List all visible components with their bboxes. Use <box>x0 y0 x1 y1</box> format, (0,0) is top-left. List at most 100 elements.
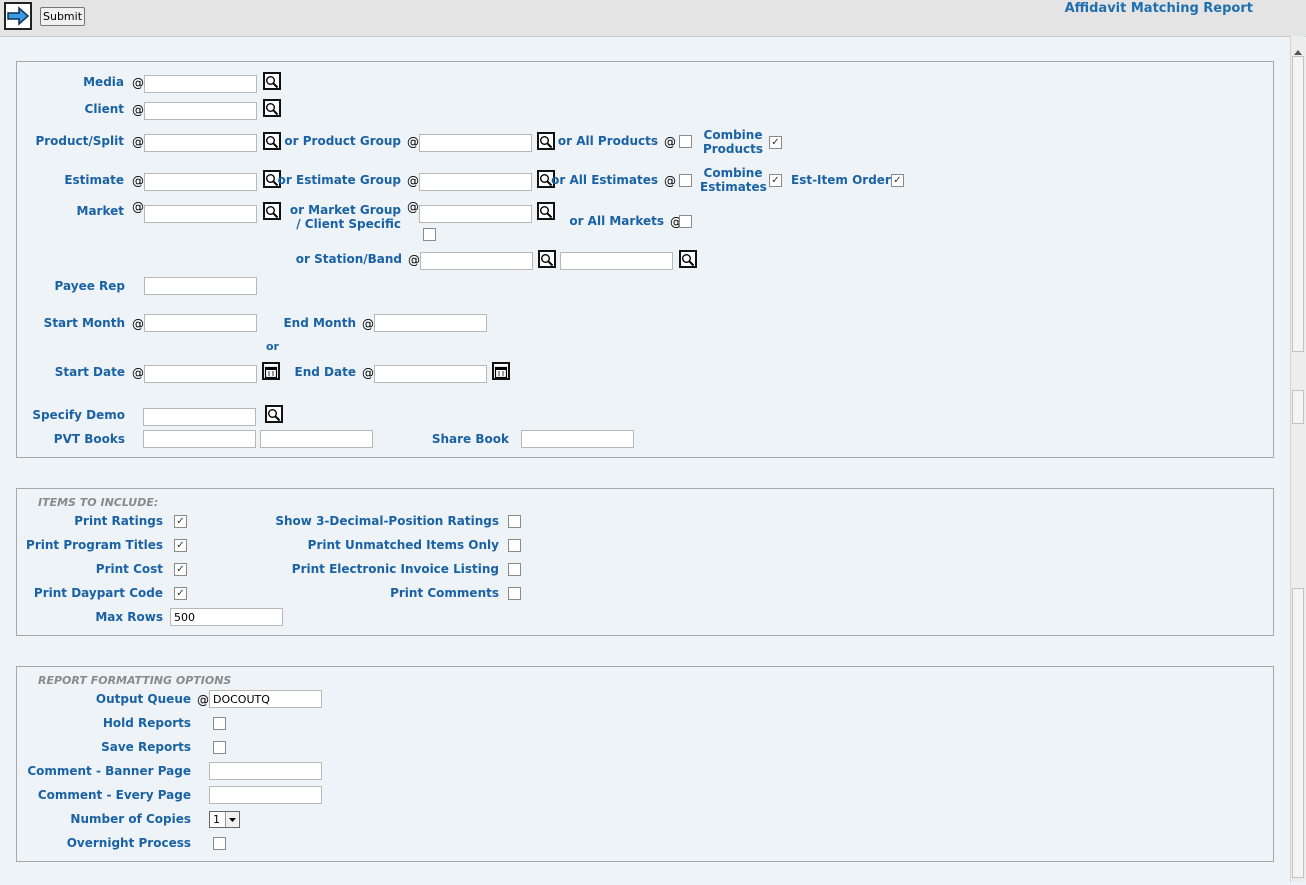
end-month-label: End Month <box>283 316 356 330</box>
chevron-down-icon[interactable] <box>225 812 239 827</box>
comment-banner-input[interactable] <box>209 762 322 780</box>
start-date-label: Start Date <box>54 365 125 379</box>
payee-rep-label: Payee Rep <box>54 279 125 293</box>
search-icon[interactable] <box>679 250 697 268</box>
print-unmatched-label: Print Unmatched Items Only <box>307 538 499 552</box>
print-electronic-checkbox[interactable] <box>508 563 521 576</box>
at-sign: @ <box>407 135 419 149</box>
at-sign: @ <box>407 200 419 214</box>
print-cost-checkbox[interactable]: ✓ <box>174 563 187 576</box>
estimate-group-input[interactable] <box>419 173 532 191</box>
at-sign: @ <box>664 174 676 188</box>
market-group-input[interactable] <box>419 205 532 223</box>
print-ratings-checkbox[interactable]: ✓ <box>174 515 187 528</box>
all-estimates-checkbox[interactable] <box>679 174 692 187</box>
copies-value: 1 <box>213 813 220 826</box>
est-item-order-checkbox[interactable]: ✓ <box>891 174 904 187</box>
end-month-input[interactable] <box>374 314 487 332</box>
comment-every-label: Comment - Every Page <box>37 788 191 802</box>
product-group-label: or Product Group <box>284 134 401 148</box>
print-comments-checkbox[interactable] <box>508 587 521 600</box>
combine-products-label: Combine Products <box>702 128 764 156</box>
search-icon[interactable] <box>537 202 555 220</box>
max-rows-input[interactable] <box>170 608 283 626</box>
scrollbar[interactable] <box>1290 36 1305 882</box>
media-input[interactable] <box>144 75 257 93</box>
page-title: Affidavit Matching Report <box>1064 1 1253 16</box>
at-sign: @ <box>132 366 144 380</box>
combine-estimates-label: Combine Estimates <box>700 166 767 194</box>
search-icon[interactable] <box>537 132 555 150</box>
search-icon[interactable] <box>265 405 283 423</box>
hold-reports-checkbox[interactable] <box>213 717 226 730</box>
calendar-icon[interactable] <box>262 362 280 380</box>
at-sign: @ <box>132 200 144 214</box>
pvt-book-1-input[interactable] <box>143 430 256 448</box>
search-icon[interactable] <box>263 132 281 150</box>
combine-products-checkbox[interactable]: ✓ <box>769 136 782 149</box>
copies-select[interactable]: 1 <box>209 811 240 828</box>
combine-estimates-checkbox[interactable]: ✓ <box>769 174 782 187</box>
start-month-label: Start Month <box>43 316 125 330</box>
comment-every-input[interactable] <box>209 786 322 804</box>
search-icon[interactable] <box>263 99 281 117</box>
toolbar: Submit Affidavit Matching Report <box>0 0 1306 37</box>
section-title: REPORT FORMATTING OPTIONS <box>38 674 232 687</box>
at-sign: @ <box>407 174 419 188</box>
end-date-input[interactable] <box>374 365 487 383</box>
overnight-process-label: Overnight Process <box>66 836 191 850</box>
show-3-decimal-label: Show 3-Decimal-Position Ratings <box>275 514 499 528</box>
estimate-label: Estimate <box>64 173 124 187</box>
items-panel: ITEMS TO INCLUDE: Print Ratings ✓ Print … <box>16 488 1274 636</box>
all-products-label: or All Products <box>557 134 658 148</box>
search-icon[interactable] <box>263 202 281 220</box>
client-input[interactable] <box>144 102 257 120</box>
estimate-input[interactable] <box>144 173 257 191</box>
scroll-thumb[interactable] <box>1292 390 1304 424</box>
overnight-process-checkbox[interactable] <box>213 837 226 850</box>
arrow-right-icon[interactable] <box>4 2 32 30</box>
payee-rep-input[interactable] <box>144 277 257 295</box>
max-rows-label: Max Rows <box>95 610 163 624</box>
client-specific-checkbox[interactable] <box>423 228 436 241</box>
print-comments-label: Print Comments <box>390 586 499 600</box>
print-electronic-label: Print Electronic Invoice Listing <box>291 562 499 576</box>
all-products-checkbox[interactable] <box>679 135 692 148</box>
market-group-label: or Market Group / Client Specific <box>289 203 401 231</box>
submit-button[interactable]: Submit <box>40 7 86 26</box>
show-3-decimal-checkbox[interactable] <box>508 515 521 528</box>
start-month-input[interactable] <box>144 314 257 332</box>
print-daypart-code-checkbox[interactable]: ✓ <box>174 587 187 600</box>
station-band-label: or Station/Band <box>295 252 402 266</box>
station-input[interactable] <box>420 252 533 270</box>
estimate-group-label: or Estimate Group <box>277 173 401 187</box>
at-sign: @ <box>132 174 144 188</box>
calendar-icon[interactable] <box>492 362 510 380</box>
band-input[interactable] <box>560 252 673 270</box>
start-date-input[interactable] <box>144 365 257 383</box>
product-group-input[interactable] <box>419 134 532 152</box>
product-split-input[interactable] <box>144 134 257 152</box>
share-book-input[interactable] <box>521 430 634 448</box>
specify-demo-input[interactable] <box>143 408 256 426</box>
scroll-thumb[interactable] <box>1292 588 1304 878</box>
search-icon[interactable] <box>263 72 281 90</box>
print-program-titles-checkbox[interactable]: ✓ <box>174 539 187 552</box>
market-input[interactable] <box>144 205 257 223</box>
save-reports-checkbox[interactable] <box>213 741 226 754</box>
product-split-label: Product/Split <box>35 134 124 148</box>
pvt-book-2-input[interactable] <box>260 430 373 448</box>
print-unmatched-checkbox[interactable] <box>508 539 521 552</box>
pvt-books-label: PVT Books <box>53 432 125 446</box>
print-cost-label: Print Cost <box>95 562 163 576</box>
comment-banner-label: Comment - Banner Page <box>27 764 191 778</box>
output-queue-label: Output Queue <box>95 692 191 706</box>
scroll-thumb[interactable] <box>1292 56 1304 352</box>
output-queue-input[interactable] <box>209 690 322 708</box>
search-icon[interactable] <box>538 250 556 268</box>
filter-panel: Media @ Client @ Product/Split @ or Prod… <box>16 61 1274 458</box>
print-ratings-label: Print Ratings <box>74 514 163 528</box>
specify-demo-label: Specify Demo <box>32 408 125 422</box>
est-item-order-label: Est-Item Order <box>791 173 891 187</box>
all-markets-checkbox[interactable] <box>679 215 692 228</box>
